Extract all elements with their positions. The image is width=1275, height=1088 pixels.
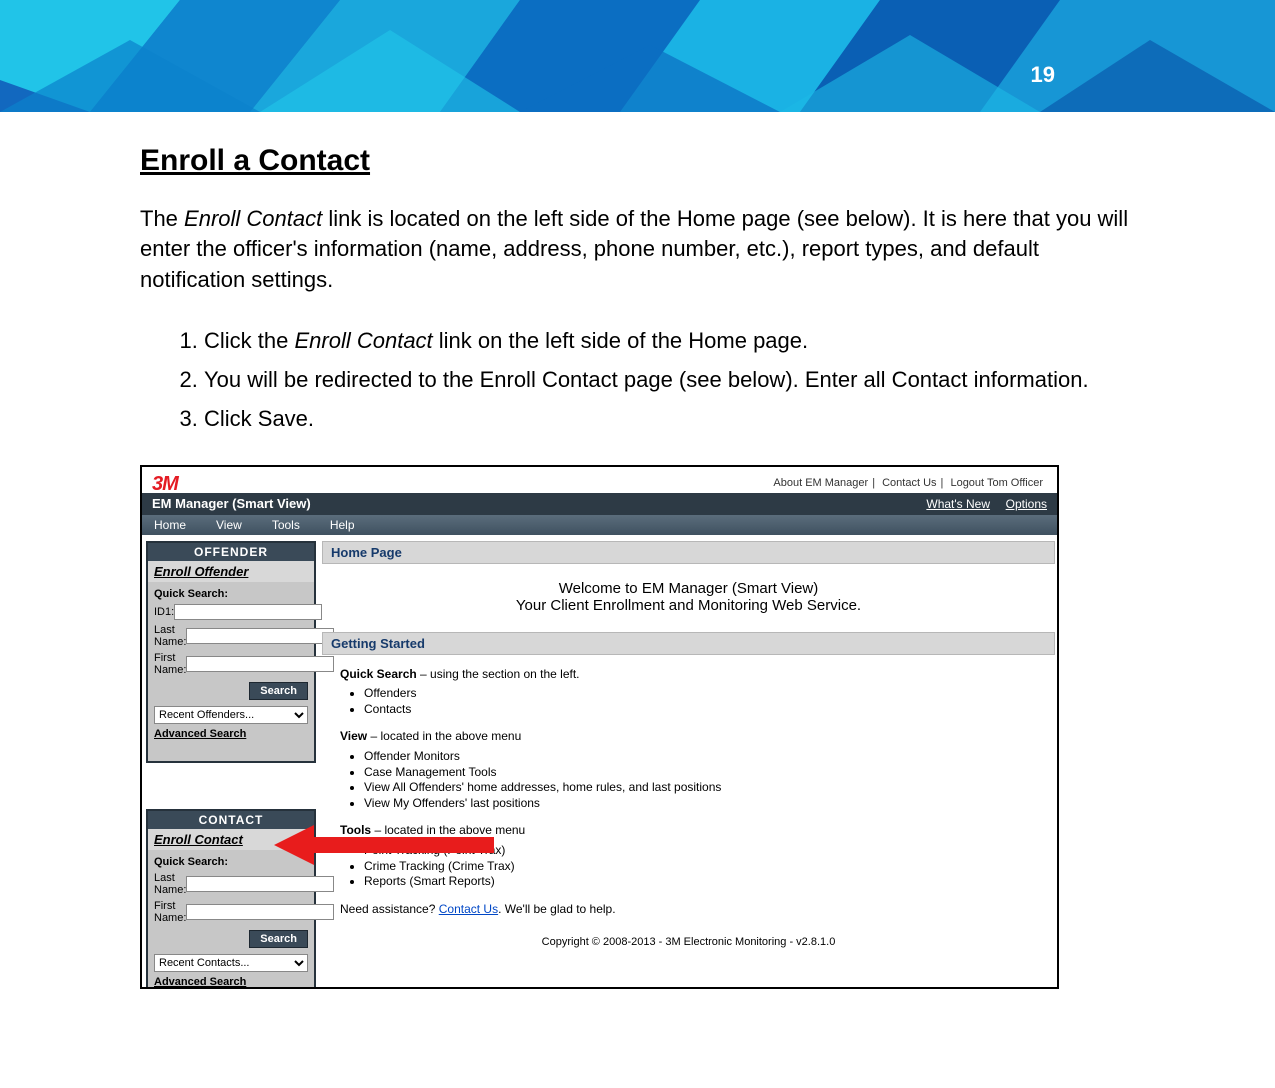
step-1: Click the Enroll Contact link on the lef… — [204, 323, 1135, 358]
select-recent-offenders[interactable]: Recent Offenders... — [154, 706, 308, 724]
offender-quick-search-label: Quick Search: — [148, 582, 314, 602]
heading-getting-started: Getting Started — [322, 632, 1055, 655]
label-offender-lastname: Last Name: — [154, 624, 186, 648]
list-item: Reports (Smart Reports) — [364, 874, 1037, 890]
link-about-em-manager[interactable]: About EM Manager — [769, 477, 872, 489]
intro-paragraph: The Enroll Contact link is located on th… — [140, 204, 1135, 295]
input-offender-lastname[interactable] — [186, 628, 334, 644]
heading-enroll-contact: Enroll a Contact — [140, 144, 1135, 178]
sidebar-contact-box: CONTACT Enroll Contact Quick Search: Las… — [146, 809, 316, 989]
step-3: Click Save. — [204, 401, 1135, 436]
label-offender-firstname: First Name: — [154, 652, 186, 676]
list-item: Offenders — [364, 686, 1037, 702]
screenshot-panel: 3M About EM Manager| Contact Us| Logout … — [140, 465, 1059, 989]
link-contact-us[interactable]: Contact Us — [878, 477, 940, 489]
link-logout[interactable]: Logout Tom Officer — [946, 477, 1047, 489]
link-enroll-contact[interactable]: Enroll Contact — [148, 829, 314, 850]
menu-tools[interactable]: Tools — [272, 518, 300, 532]
menubar: Home View Tools Help — [142, 515, 1057, 535]
sidebar-offender-box: OFFENDER Enroll Offender Quick Search: I… — [146, 541, 316, 763]
label-id1: ID1: — [154, 606, 174, 618]
input-offender-id1[interactable] — [174, 604, 322, 620]
list-item: Point Tracking (Point Trax) — [364, 843, 1037, 859]
input-contact-firstname[interactable] — [186, 904, 334, 920]
list-item: View All Offenders' home addresses, home… — [364, 780, 1037, 796]
step-2: You will be redirected to the Enroll Con… — [204, 362, 1135, 397]
list-item: View My Offenders' last positions — [364, 796, 1037, 812]
contact-quick-search-label: Quick Search: — [148, 850, 314, 870]
input-offender-firstname[interactable] — [186, 656, 334, 672]
menu-help[interactable]: Help — [330, 518, 355, 532]
list-item: Contacts — [364, 702, 1037, 718]
welcome-text: Welcome to EM Manager (Smart View) Your … — [322, 580, 1055, 614]
menu-home[interactable]: Home — [154, 518, 186, 532]
top-links: About EM Manager| Contact Us| Logout Tom… — [769, 477, 1047, 489]
main-pane: Home Page Welcome to EM Manager (Smart V… — [322, 541, 1055, 987]
button-contact-search[interactable]: Search — [249, 930, 308, 948]
list-item: Offender Monitors — [364, 749, 1037, 765]
link-enroll-offender[interactable]: Enroll Offender — [148, 561, 314, 582]
link-whats-new[interactable]: What's New — [926, 497, 990, 511]
heading-home-page: Home Page — [322, 541, 1055, 564]
menu-view[interactable]: View — [216, 518, 242, 532]
link-options[interactable]: Options — [1006, 497, 1047, 511]
titlebar: EM Manager (Smart View) What's New Optio… — [142, 493, 1057, 515]
page-number: 19 — [1031, 62, 1055, 88]
getting-started-text: Quick Search – using the section on the … — [322, 667, 1055, 950]
label-contact-lastname: Last Name: — [154, 872, 186, 896]
steps-list: Click the Enroll Contact link on the lef… — [170, 323, 1135, 437]
offender-header: OFFENDER — [148, 543, 314, 561]
banner: 19 — [0, 0, 1275, 112]
titlebar-title: EM Manager (Smart View) — [152, 496, 311, 511]
list-item: Crime Tracking (Crime Trax) — [364, 859, 1037, 875]
contact-header: CONTACT — [148, 811, 314, 829]
link-offender-advanced-search[interactable]: Advanced Search — [148, 726, 314, 744]
link-contact-us-inline[interactable]: Contact Us — [439, 902, 498, 916]
button-offender-search[interactable]: Search — [249, 682, 308, 700]
select-recent-contacts[interactable]: Recent Contacts... — [154, 954, 308, 972]
input-contact-lastname[interactable] — [186, 876, 334, 892]
list-item: Case Management Tools — [364, 765, 1037, 781]
link-contact-advanced-search[interactable]: Advanced Search — [148, 974, 314, 989]
copyright: Copyright © 2008-2013 - 3M Electronic Mo… — [340, 935, 1037, 949]
label-contact-firstname: First Name: — [154, 900, 186, 924]
